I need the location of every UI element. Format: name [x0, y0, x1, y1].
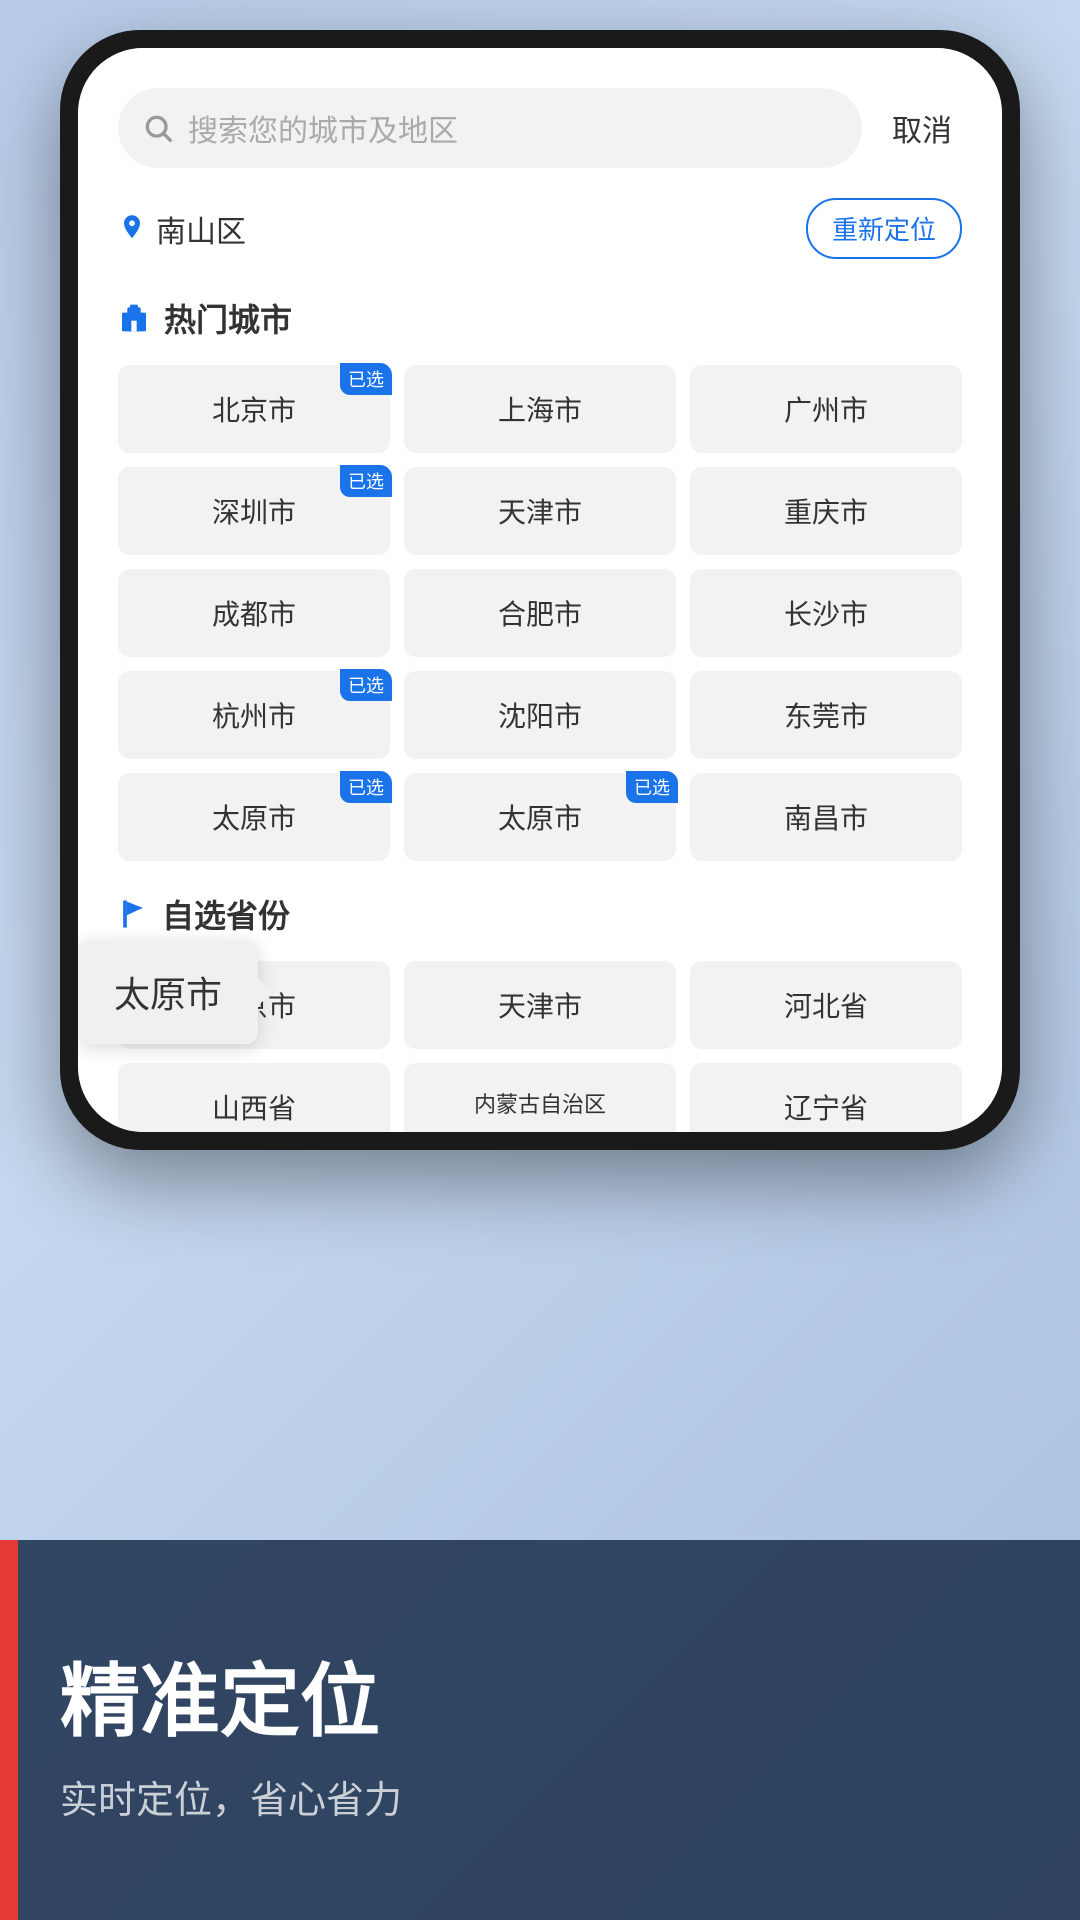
cancel-button[interactable]: 取消 [882, 96, 962, 160]
location-row: 南山区 重新定位 [108, 198, 972, 259]
banner-subtitle: 实时定位，省心省力 [60, 1769, 1020, 1824]
phone-frame: 搜索您的城市及地区 取消 南山区 重新定位 [60, 30, 1020, 1150]
city-btn-shenzhen[interactable]: 深圳市 [118, 467, 390, 555]
province-btn-shanxi[interactable]: 山西省 [118, 1063, 390, 1132]
city-btn-hefei[interactable]: 合肥市 [404, 569, 676, 657]
province-btn-hebei[interactable]: 河北省 [690, 961, 962, 1049]
province-title: 自选省份 [162, 891, 290, 937]
city-btn-chongqing[interactable]: 重庆市 [690, 467, 962, 555]
hot-cities-header: 热门城市 [108, 295, 972, 341]
building-icon [118, 302, 150, 334]
banner-accent [0, 1540, 18, 1920]
flag-icon [118, 898, 148, 930]
current-location: 南山区 [156, 207, 246, 251]
location-pin-icon [118, 213, 146, 245]
search-row: 搜索您的城市及地区 取消 [108, 88, 972, 168]
hot-cities-grid: 北京市 上海市 广州市 深圳市 天津市 重庆市 成都市 合肥市 长沙市 杭州市 … [108, 365, 972, 861]
phone-screen: 搜索您的城市及地区 取消 南山区 重新定位 [78, 48, 1002, 1132]
city-btn-shanghai[interactable]: 上海市 [404, 365, 676, 453]
province-btn-neimenggu[interactable]: 内蒙古自治区 [404, 1063, 676, 1132]
city-btn-shenyang[interactable]: 沈阳市 [404, 671, 676, 759]
city-btn-hangzhou[interactable]: 杭州市 [118, 671, 390, 759]
city-btn-nanchang[interactable]: 南昌市 [690, 773, 962, 861]
city-btn-taiyuan1[interactable]: 太原市 [118, 773, 390, 861]
screen-content: 搜索您的城市及地区 取消 南山区 重新定位 [78, 48, 1002, 1132]
banner-title: 精准定位 [60, 1637, 1020, 1753]
tooltip-popup: 太原市 [78, 940, 258, 1044]
city-btn-changsha[interactable]: 长沙市 [690, 569, 962, 657]
search-box[interactable]: 搜索您的城市及地区 [118, 88, 862, 168]
province-btn-tianjin[interactable]: 天津市 [404, 961, 676, 1049]
city-btn-beijing[interactable]: 北京市 [118, 365, 390, 453]
province-btn-liaoning[interactable]: 辽宁省 [690, 1063, 962, 1132]
search-icon [142, 112, 174, 144]
relocate-button[interactable]: 重新定位 [806, 198, 962, 259]
city-btn-guangzhou[interactable]: 广州市 [690, 365, 962, 453]
province-header: 自选省份 [108, 891, 972, 937]
tooltip-text: 太原市 [114, 974, 222, 1015]
location-left: 南山区 [118, 207, 246, 251]
city-btn-chengdu[interactable]: 成都市 [118, 569, 390, 657]
city-btn-dongguan[interactable]: 东莞市 [690, 671, 962, 759]
bottom-banner: 精准定位 实时定位，省心省力 [0, 1540, 1080, 1920]
city-btn-tianjin[interactable]: 天津市 [404, 467, 676, 555]
hot-cities-title: 热门城市 [164, 295, 292, 341]
search-placeholder[interactable]: 搜索您的城市及地区 [188, 106, 838, 150]
city-btn-taiyuan2[interactable]: 太原市 [404, 773, 676, 861]
